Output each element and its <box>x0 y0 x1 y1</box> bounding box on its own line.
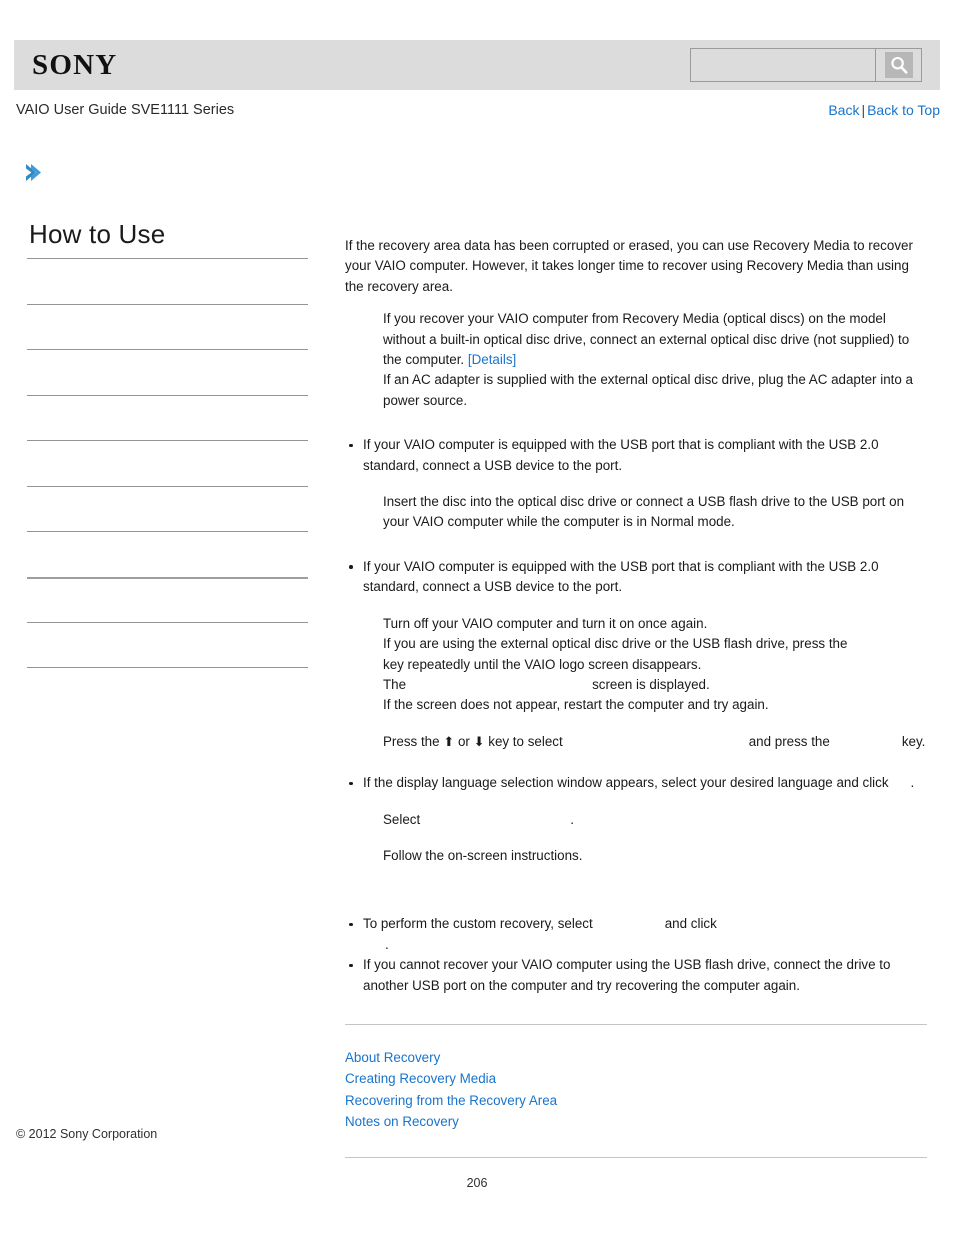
hint-list: To perform the custom recovery, select an… <box>345 914 927 996</box>
page-number: 206 <box>466 1176 488 1190</box>
step-select-period: . <box>570 811 574 827</box>
sidebar-title: How to Use <box>29 219 166 249</box>
step-press-key-text-a: If you are using the external optical di… <box>383 636 848 652</box>
sidebar: How to Use <box>27 218 308 668</box>
related-divider-bottom <box>345 1156 927 1158</box>
search-input[interactable] <box>690 48 876 82</box>
back-to-top-link[interactable]: Back to Top <box>867 102 940 118</box>
main-content: If the recovery area data has been corru… <box>345 236 927 1158</box>
step-ac-adapter: If an AC adapter is supplied with the ex… <box>383 372 913 408</box>
subheader: VAIO User Guide SVE1111 Series Back | Back… <box>14 100 940 124</box>
step-screen-text-b: screen is displayed. <box>592 676 710 692</box>
sidebar-item-9[interactable] <box>27 622 308 668</box>
search-icon <box>884 52 913 78</box>
step-screen-text-a: The <box>383 676 407 692</box>
hint-custom-text-a: To perform the custom recovery, select <box>363 916 593 932</box>
sidebar-item-4[interactable] <box>27 394 308 441</box>
step-select-boot: Press the ⬆ or ⬇ key to select and press … <box>345 732 927 753</box>
sidebar-item-8[interactable] <box>27 576 308 623</box>
hint-custom-text-b: and click <box>664 916 717 932</box>
list-item: If your VAIO computer is equipped with t… <box>345 435 927 476</box>
list-item: If the display language selection window… <box>345 773 927 793</box>
sidebar-item-6[interactable] <box>27 485 308 532</box>
step-follow-instructions: Follow the on-screen instructions. <box>383 847 583 863</box>
copyright-text: © 2012 Sony Corporation <box>16 1127 158 1141</box>
note-language-text-b: . <box>910 775 915 791</box>
nav-separator: | <box>861 102 866 118</box>
step-select-or: or <box>457 733 470 749</box>
related-link-creating-recovery-media[interactable]: Creating Recovery Media <box>345 1068 927 1090</box>
search-area <box>690 48 922 82</box>
related-link-about-recovery[interactable]: About Recovery <box>345 1047 927 1069</box>
note-language-text-a: If the display language selection window… <box>363 775 889 791</box>
step-optical-drive: If you recover your VAIO computer from R… <box>345 309 927 370</box>
related-link-notes-on-recovery[interactable]: Notes on Recovery <box>345 1111 927 1133</box>
step-select-option: Select. <box>345 810 927 830</box>
note-usb-list-2: If your VAIO computer is equipped with t… <box>345 557 927 598</box>
list-item: If you cannot recover your VAIO computer… <box>345 955 927 996</box>
arrow-down-icon: ⬇ <box>473 734 485 750</box>
step-select-text-a: Press the <box>383 733 440 749</box>
sidebar-item-2[interactable] <box>27 303 308 350</box>
step-optical-drive-text-a: If you recover your VAIO computer from R… <box>383 311 910 368</box>
page-title: VAIO User Guide SVE1111 Series <box>16 102 235 118</box>
step-insert-disc: Insert the disc into the optical disc dr… <box>383 494 905 530</box>
note-usb-list-1: If your VAIO computer is equipped with t… <box>345 435 927 476</box>
details-link[interactable]: [Details] <box>468 352 516 367</box>
chevron-right-icon[interactable] <box>22 161 44 187</box>
search-button[interactable] <box>876 48 922 82</box>
related-topics: About Recovery Creating Recovery Media R… <box>345 1047 927 1133</box>
step-turn-off: Turn off your VAIO computer and turn it … <box>383 615 708 631</box>
sidebar-item-1[interactable] <box>27 258 308 304</box>
intro-paragraph: If the recovery area data has been corru… <box>345 238 913 294</box>
step-select-text-c: and press the <box>748 733 830 749</box>
related-divider-top <box>345 1023 927 1025</box>
step-select-label: Select <box>383 811 421 827</box>
list-item: To perform the custom recovery, select an… <box>345 914 927 955</box>
hint-custom-text-c: . <box>385 936 389 952</box>
sidebar-item-5[interactable] <box>27 440 308 486</box>
step-select-text-d: key. <box>901 733 926 749</box>
step-select-text-b: key to select <box>488 733 563 749</box>
sidebar-item-3[interactable] <box>27 349 308 395</box>
step-screen-retry: If the screen does not appear, restart t… <box>383 697 769 713</box>
arrow-up-icon: ⬆ <box>443 734 455 750</box>
list-item: If your VAIO computer is equipped with t… <box>345 557 927 598</box>
sony-logo: SONY <box>32 49 118 81</box>
back-link[interactable]: Back <box>828 102 859 118</box>
step-screen-displayed: The screen is displayed. <box>345 675 927 695</box>
site-header: SONY <box>14 40 940 90</box>
sidebar-item-7[interactable] <box>27 531 308 577</box>
related-link-recovering-from-recovery-area[interactable]: Recovering from the Recovery Area <box>345 1090 927 1112</box>
step-press-key: If you are using the external optical di… <box>345 634 927 654</box>
header-nav: Back | Back to Top <box>828 100 940 120</box>
step-press-key-cont: key repeatedly until the VAIO logo scree… <box>383 656 702 672</box>
note-language-list: If the display language selection window… <box>345 773 927 793</box>
